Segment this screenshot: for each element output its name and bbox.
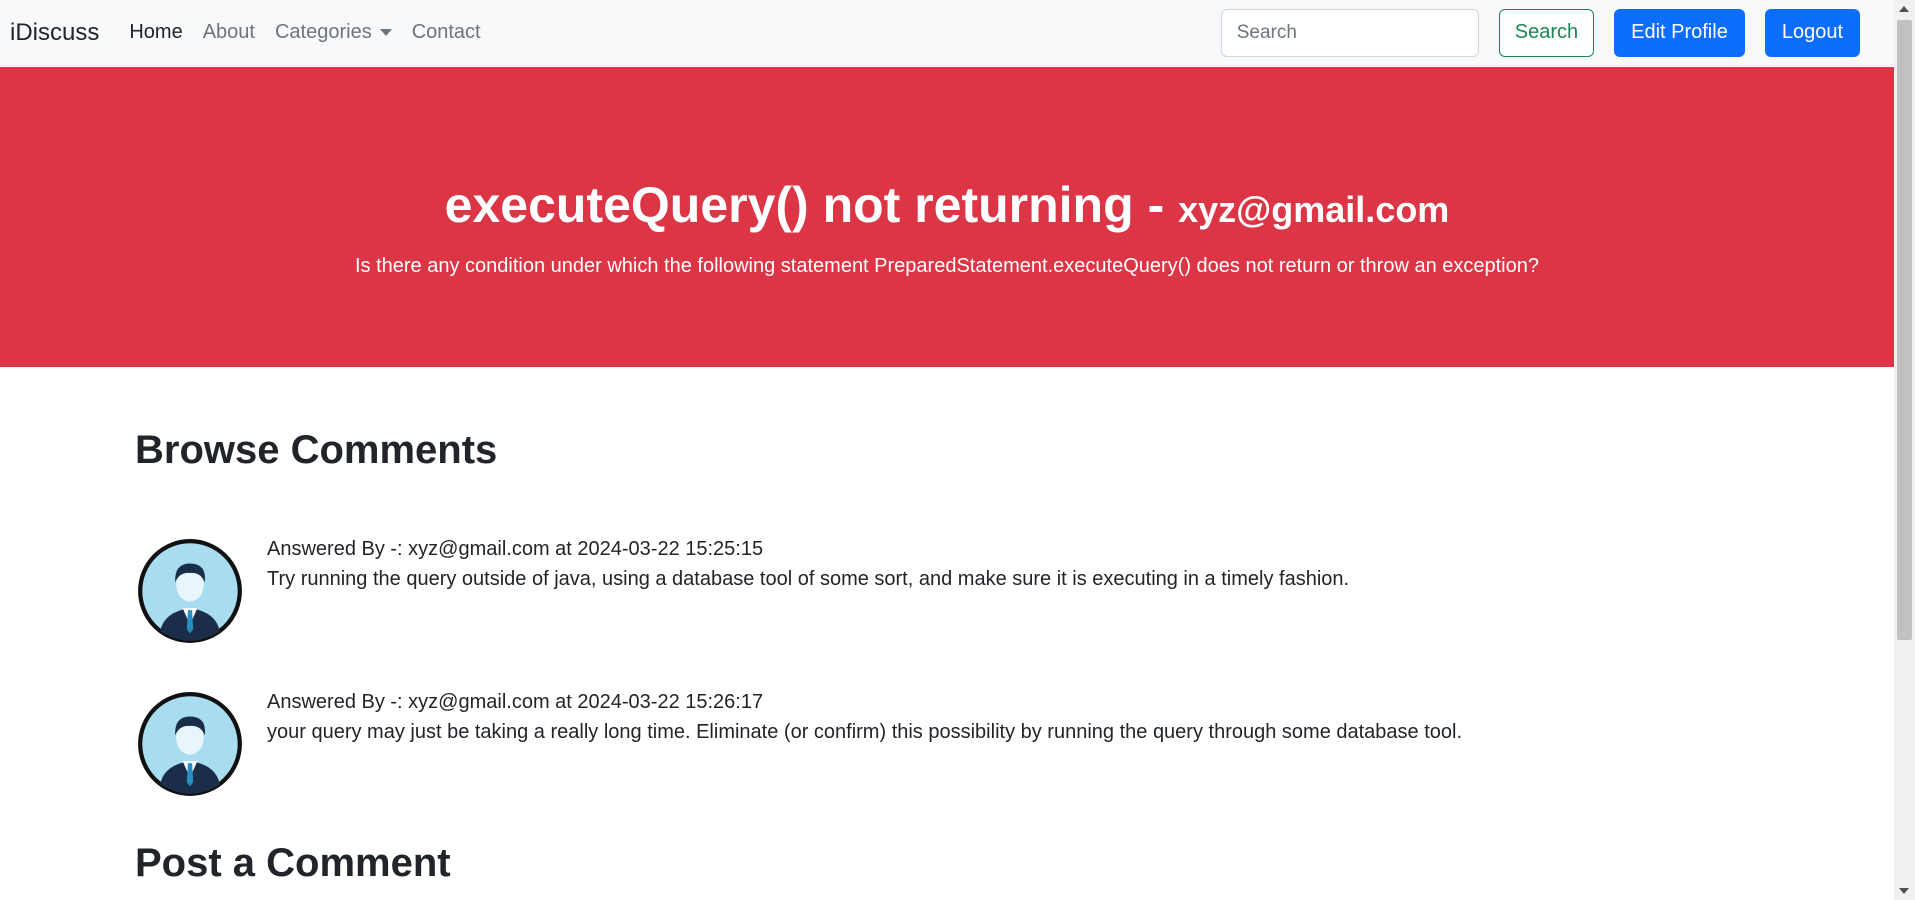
comment-meta: Answered By -: xyz@gmail.com at 2024-03-… [267,538,764,560]
comment-item: Answered By -: xyz@gmail.com at 2024-03-… [135,691,1735,801]
chevron-down-icon [379,29,392,36]
thread-hero: executeQuery() not returning - xyz@gmail… [0,67,1894,367]
thread-description: Is there any condition under which the f… [354,255,1539,277]
search-button[interactable]: Search [1498,8,1595,57]
scroll-down-icon[interactable] [1899,888,1909,894]
user-avatar-icon [138,539,242,643]
search-input[interactable] [1220,8,1479,57]
comment-item: Answered By -: xyz@gmail.com at 2024-03-… [135,538,1735,648]
comment-meta: Answered By -: xyz@gmail.com at 2024-03-… [267,691,764,713]
nav-about[interactable]: About [203,21,255,44]
brand-logo[interactable]: iDiscuss [10,19,99,47]
logout-button[interactable]: Logout [1764,8,1860,57]
thread-title-heading: executeQuery() not returning - xyz@gmail… [0,175,1894,235]
thread-title: executeQuery() not returning [444,177,1134,233]
nav-categories-label: Categories [274,21,372,43]
nav-categories-dropdown[interactable]: Categories [275,21,392,44]
post-comment-heading: Post a Comment [135,841,451,885]
title-separator: - [1147,177,1165,233]
nav-actions: Search Edit Profile Logout [1220,8,1860,57]
browse-comments-heading: Browse Comments [135,428,498,472]
scroll-up-icon[interactable] [1899,6,1909,12]
nav-home[interactable]: Home [129,21,182,44]
page-scrollbar[interactable] [1894,0,1915,900]
scrollbar-thumb[interactable] [1897,20,1912,640]
comment-text: Try running the query outside of java, u… [267,568,1350,590]
comment-text: your query may just be taking a really l… [267,721,1463,743]
navbar: iDiscuss Home About Categories Contact S… [0,0,1894,66]
user-avatar-icon [138,692,242,796]
edit-profile-button[interactable]: Edit Profile [1614,8,1745,57]
thread-author: xyz@gmail.com [1178,189,1450,230]
nav-contact[interactable]: Contact [412,21,481,44]
